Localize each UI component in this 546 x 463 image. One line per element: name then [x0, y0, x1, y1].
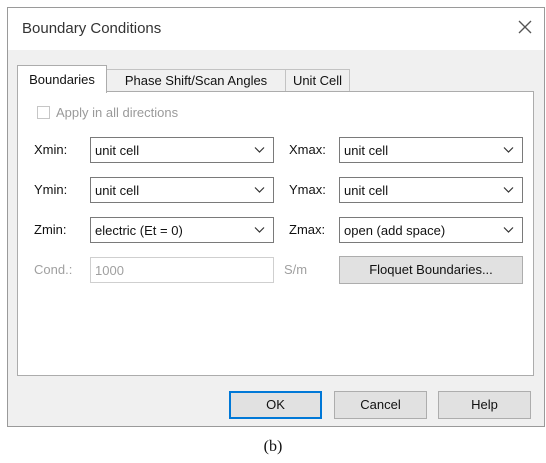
xmin-label: Xmin: — [34, 142, 68, 157]
chevron-down-icon — [503, 187, 514, 193]
zmax-select[interactable]: open (add space) — [339, 217, 523, 243]
cond-unit-label: S/m — [284, 262, 308, 277]
cond-value: 1000 — [95, 263, 124, 278]
ok-button[interactable]: OK — [229, 391, 322, 419]
tab-phase-shift-scan-angles[interactable]: Phase Shift/Scan Angles — [106, 69, 286, 91]
close-icon[interactable] — [514, 16, 536, 38]
ymin-label: Ymin: — [34, 182, 68, 197]
title-bar: Boundary Conditions — [8, 8, 544, 50]
xmin-value: unit cell — [95, 143, 140, 158]
ymin-value: unit cell — [95, 183, 140, 198]
cancel-button[interactable]: Cancel — [334, 391, 427, 419]
ymax-label: Ymax: — [289, 182, 326, 197]
boundary-conditions-dialog: Boundary Conditions Boundaries Phase Shi… — [7, 7, 545, 427]
xmax-select[interactable]: unit cell — [339, 137, 523, 163]
chevron-down-icon — [254, 187, 265, 193]
xmax-value: unit cell — [344, 143, 389, 158]
zmin-select[interactable]: electric (Et = 0) — [90, 217, 274, 243]
apply-all-directions-checkbox[interactable] — [37, 106, 50, 119]
cond-input[interactable]: 1000 — [90, 257, 274, 283]
floquet-boundaries-button[interactable]: Floquet Boundaries... — [339, 256, 523, 284]
chevron-down-icon — [503, 227, 514, 233]
chevron-down-icon — [254, 227, 265, 233]
apply-all-directions-label: Apply in all directions — [56, 105, 179, 120]
zmin-label: Zmin: — [34, 222, 67, 237]
cond-label: Cond.: — [34, 262, 73, 277]
ymin-select[interactable]: unit cell — [90, 177, 274, 203]
zmax-value: open (add space) — [344, 223, 446, 238]
dialog-client-area: Boundaries Phase Shift/Scan Angles Unit … — [8, 50, 544, 426]
tab-boundaries[interactable]: Boundaries — [17, 65, 107, 93]
figure-caption: (b) — [263, 438, 283, 455]
xmax-label: Xmax: — [289, 142, 326, 157]
tab-unit-cell[interactable]: Unit Cell — [285, 69, 350, 91]
help-button[interactable]: Help — [438, 391, 531, 419]
ymax-select[interactable]: unit cell — [339, 177, 523, 203]
chevron-down-icon — [503, 147, 514, 153]
dialog-title: Boundary Conditions — [22, 20, 162, 37]
xmin-select[interactable]: unit cell — [90, 137, 274, 163]
ymax-value: unit cell — [344, 183, 389, 198]
zmax-label: Zmax: — [289, 222, 326, 237]
zmin-value: electric (Et = 0) — [95, 223, 183, 238]
chevron-down-icon — [254, 147, 265, 153]
boundaries-panel: Apply in all directions Xmin: unit cell … — [17, 91, 534, 376]
